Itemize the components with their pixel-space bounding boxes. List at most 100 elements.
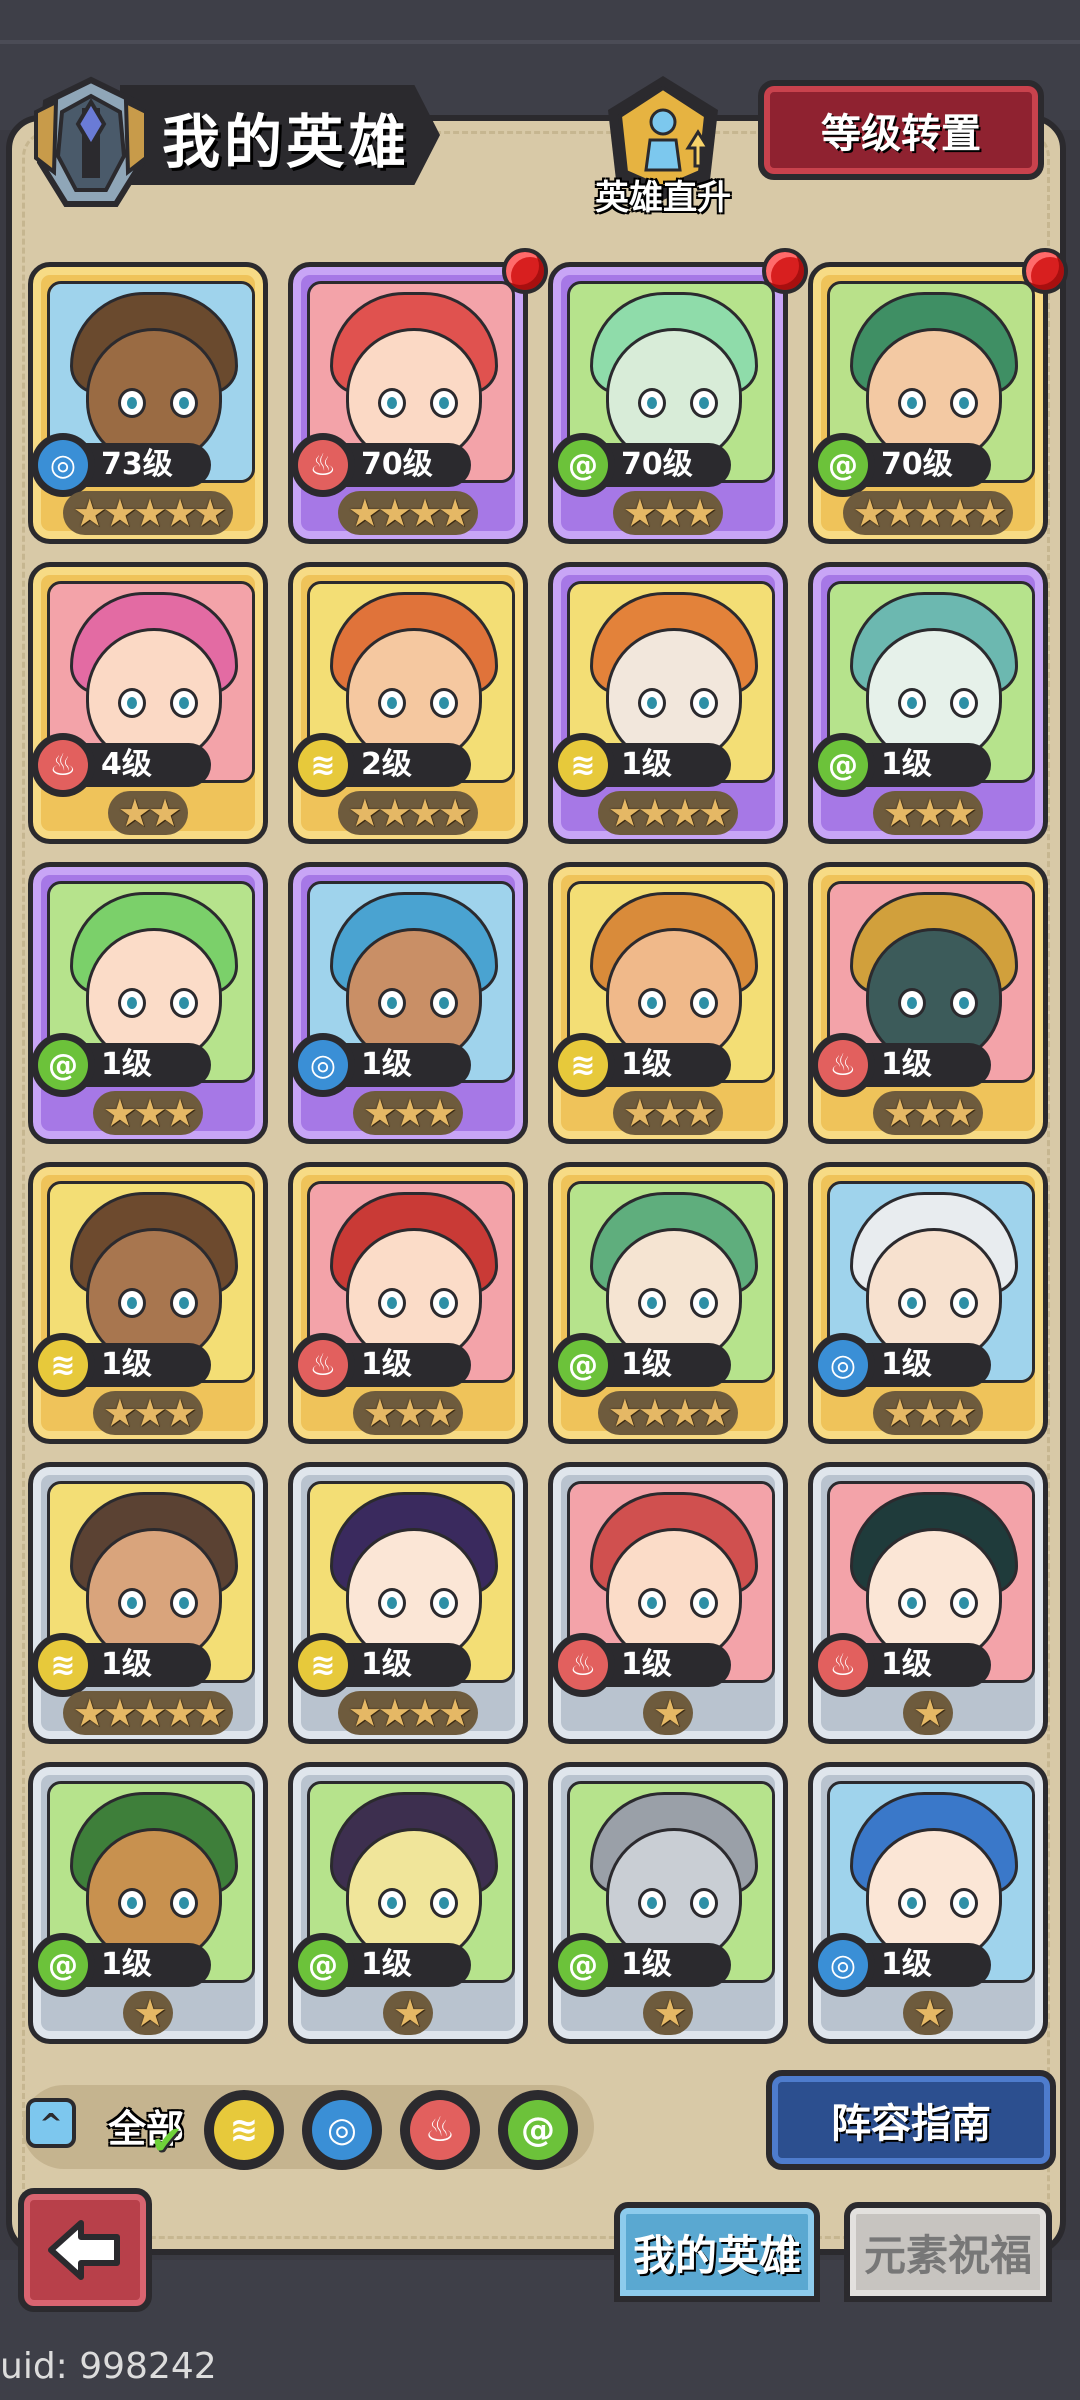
hero-card[interactable]: 1级 ◎ ★★★	[808, 1162, 1048, 1444]
star-icon: ★	[163, 491, 197, 535]
helmet-emblem-icon	[34, 76, 148, 207]
star-icon: ★	[622, 1091, 657, 1135]
hero-stars: ★★★	[293, 1391, 523, 1439]
hero-card[interactable]: 1级 @ ★★★	[28, 862, 268, 1144]
flame-icon: ♨	[293, 433, 355, 497]
hero-stars: ★★	[33, 791, 263, 839]
hero-stars: ★★★	[553, 491, 783, 539]
earth-cloud-icon: ≋	[33, 1633, 95, 1697]
hero-card[interactable]: 1级 ♨ ★★★	[288, 1162, 528, 1444]
uid-label: uid: 998242	[0, 2346, 217, 2387]
hero-card[interactable]: 1级 @ ★	[288, 1762, 528, 2044]
hero-card[interactable]: 70级 @ ★★★★★	[808, 262, 1048, 544]
wind-swirl-icon: @	[813, 433, 875, 497]
star-icon: ★	[132, 491, 167, 535]
hero-stars: ★	[813, 1691, 1043, 1739]
tab-element-blessing[interactable]: 元素祝福	[844, 2202, 1052, 2302]
hero-card[interactable]: 1级 ≋ ★★★★	[548, 562, 788, 844]
star-icon: ★	[912, 1391, 947, 1435]
wind-swirl-icon: @	[553, 1933, 615, 1997]
filter-earth-cloud-icon[interactable]: ≋	[204, 2090, 284, 2170]
hero-stars: ★★★	[293, 1091, 523, 1139]
hero-stars: ★★★★★	[33, 491, 263, 539]
star-icon: ★	[622, 491, 657, 535]
star-icon: ★	[698, 791, 732, 835]
filter-flame-icon[interactable]: ♨	[400, 2090, 480, 2170]
hero-stars: ★★★★	[553, 1391, 783, 1439]
hero-stars: ★	[293, 1991, 523, 2039]
hero-card[interactable]: 1级 @ ★	[28, 1762, 268, 2044]
star-icon: ★	[652, 491, 687, 535]
hero-card[interactable]: 1级 ≋ ★★★	[548, 862, 788, 1144]
hero-card[interactable]: 2级 ≋ ★★★★	[288, 562, 528, 844]
star-icon: ★	[392, 1391, 427, 1435]
star-icon: ★	[72, 1691, 107, 1735]
star-icon: ★	[408, 491, 442, 535]
filter-wind-swirl-icon[interactable]: @	[498, 2090, 578, 2170]
level-reset-button[interactable]: 等级转置	[758, 80, 1044, 180]
star-icon: ★	[698, 1391, 732, 1435]
hero-promote-label[interactable]: 英雄直升	[578, 170, 748, 219]
hero-card[interactable]: 1级 ≋ ★★★	[28, 1162, 268, 1444]
star-icon: ★	[102, 1691, 137, 1735]
filter-water-drop-icon[interactable]: ◎	[302, 2090, 382, 2170]
star-icon: ★	[882, 1091, 917, 1135]
star-icon: ★	[607, 1391, 642, 1435]
star-icon: ★	[668, 1391, 702, 1435]
back-button[interactable]	[18, 2188, 152, 2312]
wind-swirl-icon: @	[553, 433, 615, 497]
hero-card[interactable]: 1级 @ ★	[548, 1762, 788, 2044]
hero-card[interactable]: 1级 ≋ ★★★★	[288, 1462, 528, 1744]
back-arrow-icon	[48, 2220, 120, 2280]
star-icon: ★	[882, 491, 917, 535]
hero-card[interactable]: 1级 ◎ ★	[808, 1762, 1048, 2044]
water-drop-icon: ◎	[813, 1333, 875, 1397]
star-icon: ★	[652, 1091, 687, 1135]
notification-dot	[762, 248, 808, 294]
hero-card[interactable]: 1级 @ ★★★★	[548, 1162, 788, 1444]
hero-card[interactable]: 1级 ◎ ★★★	[288, 862, 528, 1144]
star-icon: ★	[912, 491, 947, 535]
star-icon: ★	[438, 791, 472, 835]
tab-my-heroes[interactable]: 我的英雄	[614, 2202, 820, 2302]
hero-card[interactable]: 70级 ♨ ★★★★	[288, 262, 528, 544]
hero-card[interactable]: 4级 ♨ ★★	[28, 562, 268, 844]
star-icon: ★	[102, 491, 137, 535]
hero-stars: ★	[33, 1991, 263, 2039]
hero-card[interactable]: 73级 ◎ ★★★★★	[28, 262, 268, 544]
star-icon: ★	[102, 1391, 137, 1435]
hero-stars: ★★★	[813, 1091, 1043, 1139]
star-icon: ★	[652, 1991, 687, 2035]
star-icon: ★	[117, 791, 152, 835]
flame-icon: ♨	[33, 733, 95, 797]
hero-stars: ★★★★	[293, 791, 523, 839]
hero-stars: ★★★	[33, 1091, 263, 1139]
flame-icon: ♨	[293, 1333, 355, 1397]
lineup-guide-button[interactable]: 阵容指南	[766, 2070, 1056, 2170]
hero-card[interactable]: 1级 ≋ ★★★★★	[28, 1462, 268, 1744]
hero-card[interactable]: 1级 ♨ ★	[548, 1462, 788, 1744]
star-icon: ★	[163, 1091, 197, 1135]
wind-swirl-icon: @	[33, 1033, 95, 1097]
hero-stars: ★	[813, 1991, 1043, 2039]
hero-card[interactable]: 70级 @ ★★★	[548, 262, 788, 544]
hero-card[interactable]: 1级 ♨ ★★★	[808, 862, 1048, 1144]
hero-card[interactable]: 1级 @ ★★★	[808, 562, 1048, 844]
hero-card[interactable]: 1级 ♨ ★	[808, 1462, 1048, 1744]
star-icon: ★	[377, 791, 412, 835]
star-icon: ★	[943, 1091, 977, 1135]
collapse-up-icon[interactable]: ^	[26, 2098, 76, 2148]
hero-stars: ★	[553, 1691, 783, 1739]
star-icon: ★	[72, 491, 107, 535]
star-icon: ★	[132, 1691, 167, 1735]
star-icon: ★	[912, 791, 947, 835]
hero-stars: ★★★	[33, 1391, 263, 1439]
hero-stars: ★★★	[553, 1091, 783, 1139]
star-icon: ★	[607, 791, 642, 835]
star-icon: ★	[912, 1691, 947, 1735]
earth-cloud-icon: ≋	[33, 1333, 95, 1397]
star-icon: ★	[912, 1091, 947, 1135]
water-drop-icon: ◎	[813, 1933, 875, 1997]
star-icon: ★	[683, 491, 717, 535]
star-icon: ★	[852, 491, 887, 535]
